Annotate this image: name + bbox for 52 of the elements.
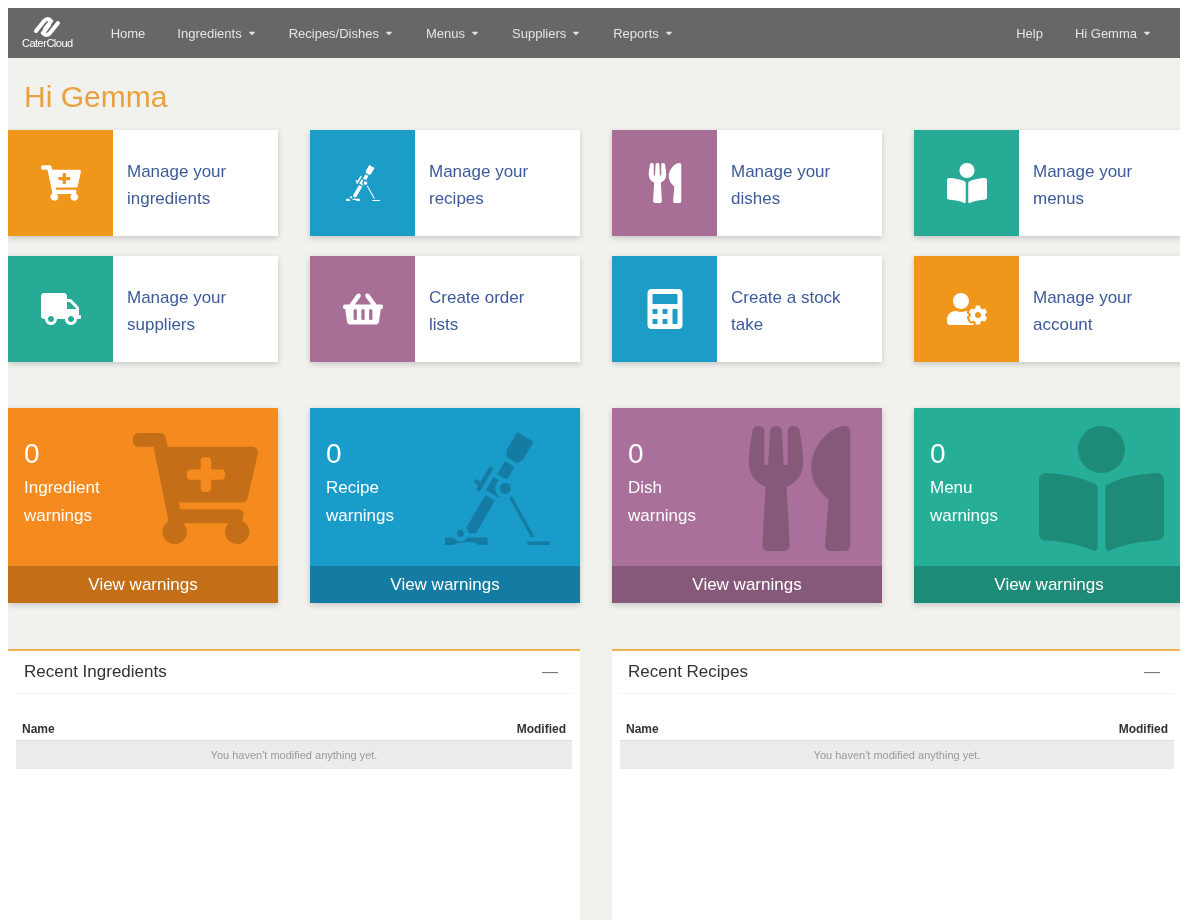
card-label: Create a stock take	[731, 287, 842, 336]
card-label: Manage your recipes	[429, 161, 530, 210]
view-warnings-link[interactable]: View warnings	[310, 566, 580, 603]
action-card[interactable]: Create a stock take	[612, 256, 882, 362]
collapse-button[interactable]: —	[1138, 662, 1166, 682]
card-label: Manage your ingredients	[127, 161, 228, 210]
logo-icon	[32, 17, 63, 37]
warning-label: Ingredient warnings	[24, 477, 101, 527]
card-label: Manage your account	[1033, 287, 1134, 336]
action-card[interactable]: Manage your suppliers	[8, 256, 278, 362]
warning-count: 0	[24, 438, 41, 470]
empty-message: You haven't modified anything yet.	[16, 741, 572, 769]
nav-link[interactable]: Recipes/Dishes	[272, 25, 410, 41]
column-header: Modified	[1118, 722, 1168, 736]
column-header: Name	[626, 722, 659, 736]
view-warnings-link[interactable]: View warnings	[612, 566, 882, 603]
action-card[interactable]: Manage your menus	[914, 130, 1180, 236]
card-label: Manage your suppliers	[127, 287, 228, 336]
nav-link[interactable]: Help	[1000, 25, 1059, 41]
panel-title: Recent Recipes	[628, 662, 748, 682]
nav-link[interactable]: Home	[94, 25, 162, 41]
card-label: Manage your menus	[1033, 161, 1134, 210]
empty-message: You haven't modified anything yet.	[620, 741, 1174, 769]
warning-count: 0	[930, 438, 947, 470]
nav-link[interactable]: Menus	[410, 25, 496, 41]
warning-label: Recipe warnings	[326, 477, 396, 527]
view-warnings-link[interactable]: View warnings	[8, 566, 278, 603]
panel-title: Recent Ingredients	[24, 662, 167, 682]
action-card[interactable]: Create order lists	[310, 256, 580, 362]
warning-count: 0	[326, 438, 343, 470]
view-warnings-link[interactable]: View warnings	[914, 566, 1180, 603]
action-card[interactable]: Manage your account	[914, 256, 1180, 362]
reader-book-icon	[946, 163, 987, 203]
cart-plus-icon	[40, 163, 81, 203]
nav-link[interactable]: Hi Gemma	[1058, 25, 1168, 41]
nav-link[interactable]: Ingredients	[161, 25, 273, 41]
card-label: Manage your dishes	[731, 161, 832, 210]
action-card[interactable]: Manage your recipes	[310, 130, 580, 236]
column-header: Name	[22, 722, 55, 736]
action-card[interactable]: Manage your ingredients	[8, 130, 278, 236]
logo-text: CaterCloud	[22, 37, 73, 49]
collapse-button[interactable]: —	[536, 662, 564, 682]
warning-label: Menu warnings	[930, 477, 1000, 527]
warning-count: 0	[628, 438, 645, 470]
nav-link[interactable]: Reports	[597, 25, 690, 41]
nav-link[interactable]: Suppliers	[496, 25, 598, 41]
greeting-heading: Hi Gemma	[24, 80, 169, 114]
column-header: Modified	[516, 722, 566, 736]
card-label: Create order lists	[429, 287, 526, 336]
action-card[interactable]: Manage your dishes	[612, 130, 882, 236]
reader-book-icon	[1039, 426, 1164, 551]
warning-label: Dish warnings	[628, 477, 698, 527]
